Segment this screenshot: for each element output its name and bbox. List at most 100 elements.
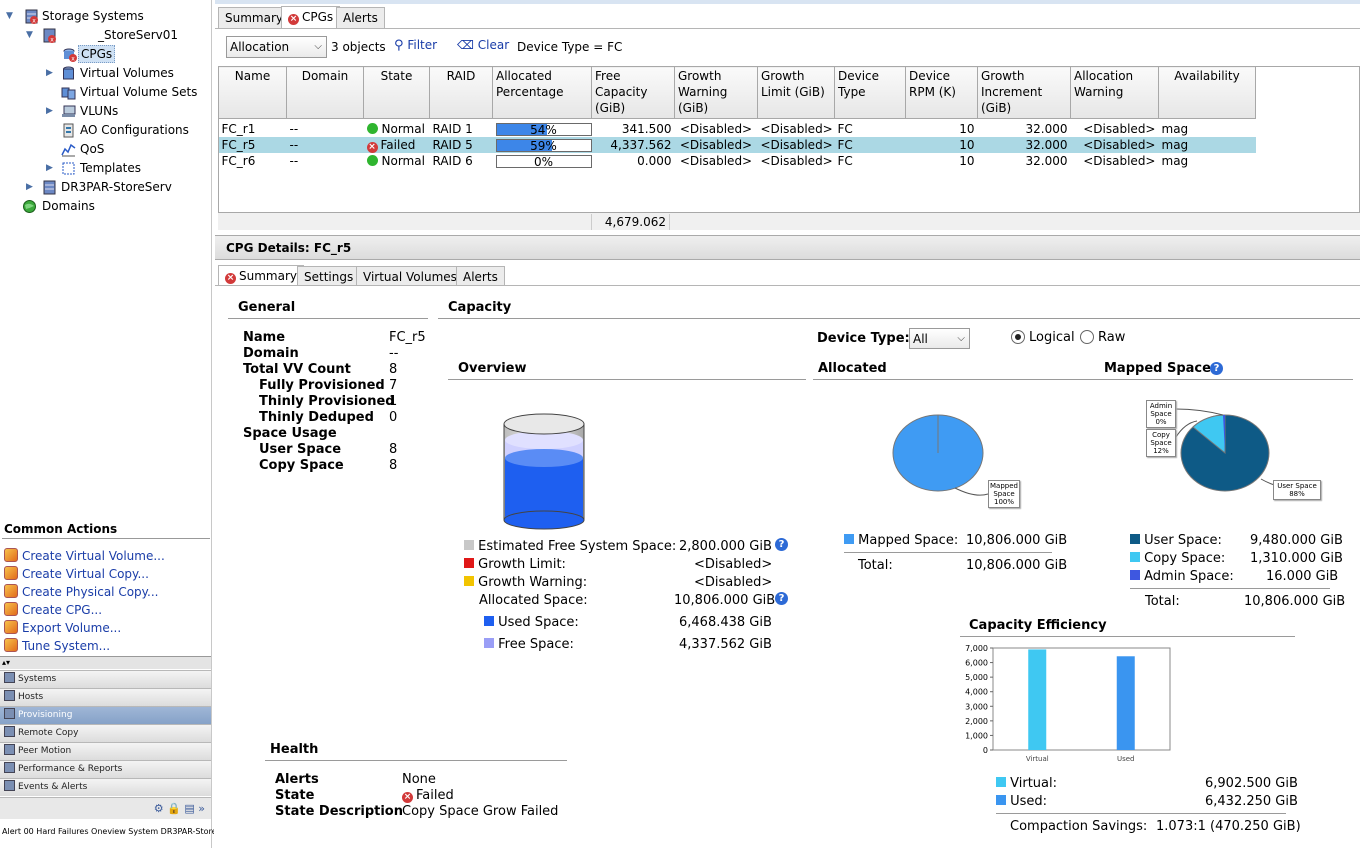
disk-icon[interactable]: ▤ <box>184 802 194 815</box>
cell-growth-increment: 32.000 <box>1025 121 1068 136</box>
copy-space-label: Copy Space: <box>1130 551 1225 567</box>
general-fully-value: 7 <box>389 378 398 393</box>
cpg-grid: Name Domain State RAID Allocated Percent… <box>218 66 1256 169</box>
user-space-label: User Space: <box>1130 533 1222 549</box>
systems-icon <box>4 672 15 683</box>
col-availability[interactable]: Availability <box>1158 66 1256 119</box>
tab-summary[interactable]: Summary <box>218 7 290 29</box>
y-tick-label: 5,000 <box>965 673 988 682</box>
cell-raid: RAID 5 <box>429 136 493 153</box>
nav-peer-motion[interactable]: Peer Motion <box>0 742 211 760</box>
callout-mapped: Mapped Space 100% <box>988 480 1020 508</box>
status-ok-icon <box>366 122 378 134</box>
tab-label: CPGs <box>302 10 334 24</box>
divider <box>813 379 1353 380</box>
col-raid[interactable]: RAID <box>429 66 493 119</box>
divider <box>1130 588 1330 589</box>
create-virtual-volume-link[interactable]: Create Virtual Volume... <box>4 547 165 565</box>
detail-tab-alerts[interactable]: Alerts <box>456 266 505 286</box>
create-virtual-copy-link[interactable]: Create Virtual Copy... <box>4 565 149 583</box>
expand-icon[interactable]: ▶ <box>46 163 56 173</box>
radio-icon <box>1080 330 1094 344</box>
tab-cpgs[interactable]: × CPGs <box>281 6 341 29</box>
configure-icon[interactable]: ⚙ <box>154 802 164 815</box>
table-row[interactable]: FC_r5 -- × Failed RAID 5 59% 4,337.562 <Disable… <box>218 136 1256 153</box>
legend-swatch <box>996 795 1006 805</box>
cell-growth-limit: <Disabled> <box>760 121 833 136</box>
top-strip <box>215 0 1360 4</box>
plot-area <box>992 647 1171 751</box>
header-row: Name Domain State RAID Allocated Percent… <box>218 66 1256 119</box>
create-physical-copy-link[interactable]: Create Physical Copy... <box>4 583 159 601</box>
mapped-space-label: Mapped Space: <box>844 533 958 549</box>
cell-name: FC_r5 <box>218 136 287 153</box>
filter-icon: ⚲ <box>394 38 404 53</box>
splitter-handle[interactable]: ▴▾ <box>0 656 211 669</box>
legend-text: Growth Limit: <box>478 557 566 572</box>
clear-button[interactable]: ⌫ Clear <box>457 38 509 52</box>
create-cpg-link[interactable]: Create CPG... <box>4 601 102 619</box>
export-volume-link[interactable]: Export Volume... <box>4 619 121 637</box>
more-icon[interactable]: » <box>198 802 205 815</box>
col-allocation-warning[interactable]: Allocation Warning <box>1070 66 1159 119</box>
lock-icon[interactable]: 🔒 <box>167 802 181 815</box>
col-growth-increment[interactable]: Growth Increment (GiB) <box>977 66 1071 119</box>
est-free-value: 2,800.000 GiB <box>679 539 772 554</box>
nav-systems[interactable]: Systems <box>0 670 211 688</box>
table-row[interactable]: FC_r1 -- Normal RAID 1 54% 341.500 <Disabled> <… <box>219 121 1256 137</box>
radio-label: Logical <box>1029 330 1075 345</box>
select-value: Allocation <box>230 40 290 54</box>
expand-icon[interactable]: ▶ <box>46 106 56 116</box>
cell-growth-increment: 32.000 <box>977 136 1071 153</box>
callout-copy: Copy Space 12% <box>1146 429 1176 457</box>
action-icon <box>4 638 18 652</box>
view-select[interactable]: Allocation ⌵ <box>226 36 327 58</box>
nav-hosts[interactable]: Hosts <box>0 688 211 706</box>
col-name[interactable]: Name <box>218 66 287 119</box>
filter-button[interactable]: ⚲ Filter <box>394 38 437 53</box>
legend-swatch <box>1130 552 1140 562</box>
device-type-select[interactable]: All ⌵ <box>909 328 970 349</box>
nav-label: Hosts <box>18 692 44 702</box>
raw-radio[interactable]: Raw <box>1080 330 1125 346</box>
bar-used <box>1116 656 1135 750</box>
efficiency-bar-chart: 7,000 6,000 5,000 4,000 3,000 2,000 1,000 0 Virt… <box>965 644 1171 763</box>
table-row[interactable]: FC_r6 -- Normal RAID 6 0% 0.000 <Disabled> <Dis… <box>219 153 1256 169</box>
expand-icon[interactable]: ▶ <box>26 182 36 192</box>
allocation-bar-label: 59% <box>530 138 557 153</box>
help-icon[interactable]: ? <box>775 538 788 551</box>
state-text: Failed <box>416 788 454 803</box>
col-allocated-percentage[interactable]: Allocated Percentage <box>492 66 592 119</box>
state-text: Normal <box>381 121 425 136</box>
tab-alerts[interactable]: Alerts <box>336 7 385 29</box>
expand-icon[interactable]: ▼ <box>26 30 36 40</box>
legend-text: Admin Space: <box>1144 569 1234 584</box>
action-label: Tune System... <box>22 639 111 653</box>
expand-icon[interactable]: ▼ <box>6 11 16 21</box>
col-state[interactable]: State <box>363 66 430 119</box>
col-growth-limit[interactable]: Growth Limit (GiB) <box>757 66 835 119</box>
nav-performance-reports[interactable]: Performance & Reports <box>0 760 211 778</box>
detail-tab-virtual-volumes[interactable]: Virtual Volumes <box>356 266 464 286</box>
col-growth-warning[interactable]: Growth Warning (GiB) <box>674 66 758 119</box>
nav-provisioning[interactable]: Provisioning <box>0 706 211 724</box>
detail-tab-settings[interactable]: Settings <box>297 266 361 286</box>
tune-system-link[interactable]: Tune System... <box>4 637 110 655</box>
nav-remote-copy[interactable]: Remote Copy <box>0 724 211 742</box>
cell-allocation-warning: <Disabled> <box>1083 153 1156 168</box>
logical-radio[interactable]: Logical <box>1011 330 1075 346</box>
used-label: Used: <box>996 794 1047 810</box>
help-icon[interactable]: ? <box>775 592 788 605</box>
col-device-type[interactable]: Device Type <box>834 66 906 119</box>
nav-events-alerts[interactable]: Events & Alerts <box>0 778 211 796</box>
action-icon <box>4 602 18 616</box>
remote-copy-icon <box>4 726 15 737</box>
help-icon[interactable]: ? <box>1210 362 1223 375</box>
expand-icon[interactable]: ▶ <box>46 68 56 78</box>
col-free-capacity[interactable]: Free Capacity (GiB) <box>591 66 675 119</box>
col-domain[interactable]: Domain <box>286 66 364 119</box>
col-device-rpm[interactable]: Device RPM (K) <box>905 66 978 119</box>
detail-tab-summary[interactable]: × Summary <box>218 265 304 286</box>
action-label: Create Physical Copy... <box>22 585 159 599</box>
nav-label: Performance & Reports <box>18 764 123 774</box>
